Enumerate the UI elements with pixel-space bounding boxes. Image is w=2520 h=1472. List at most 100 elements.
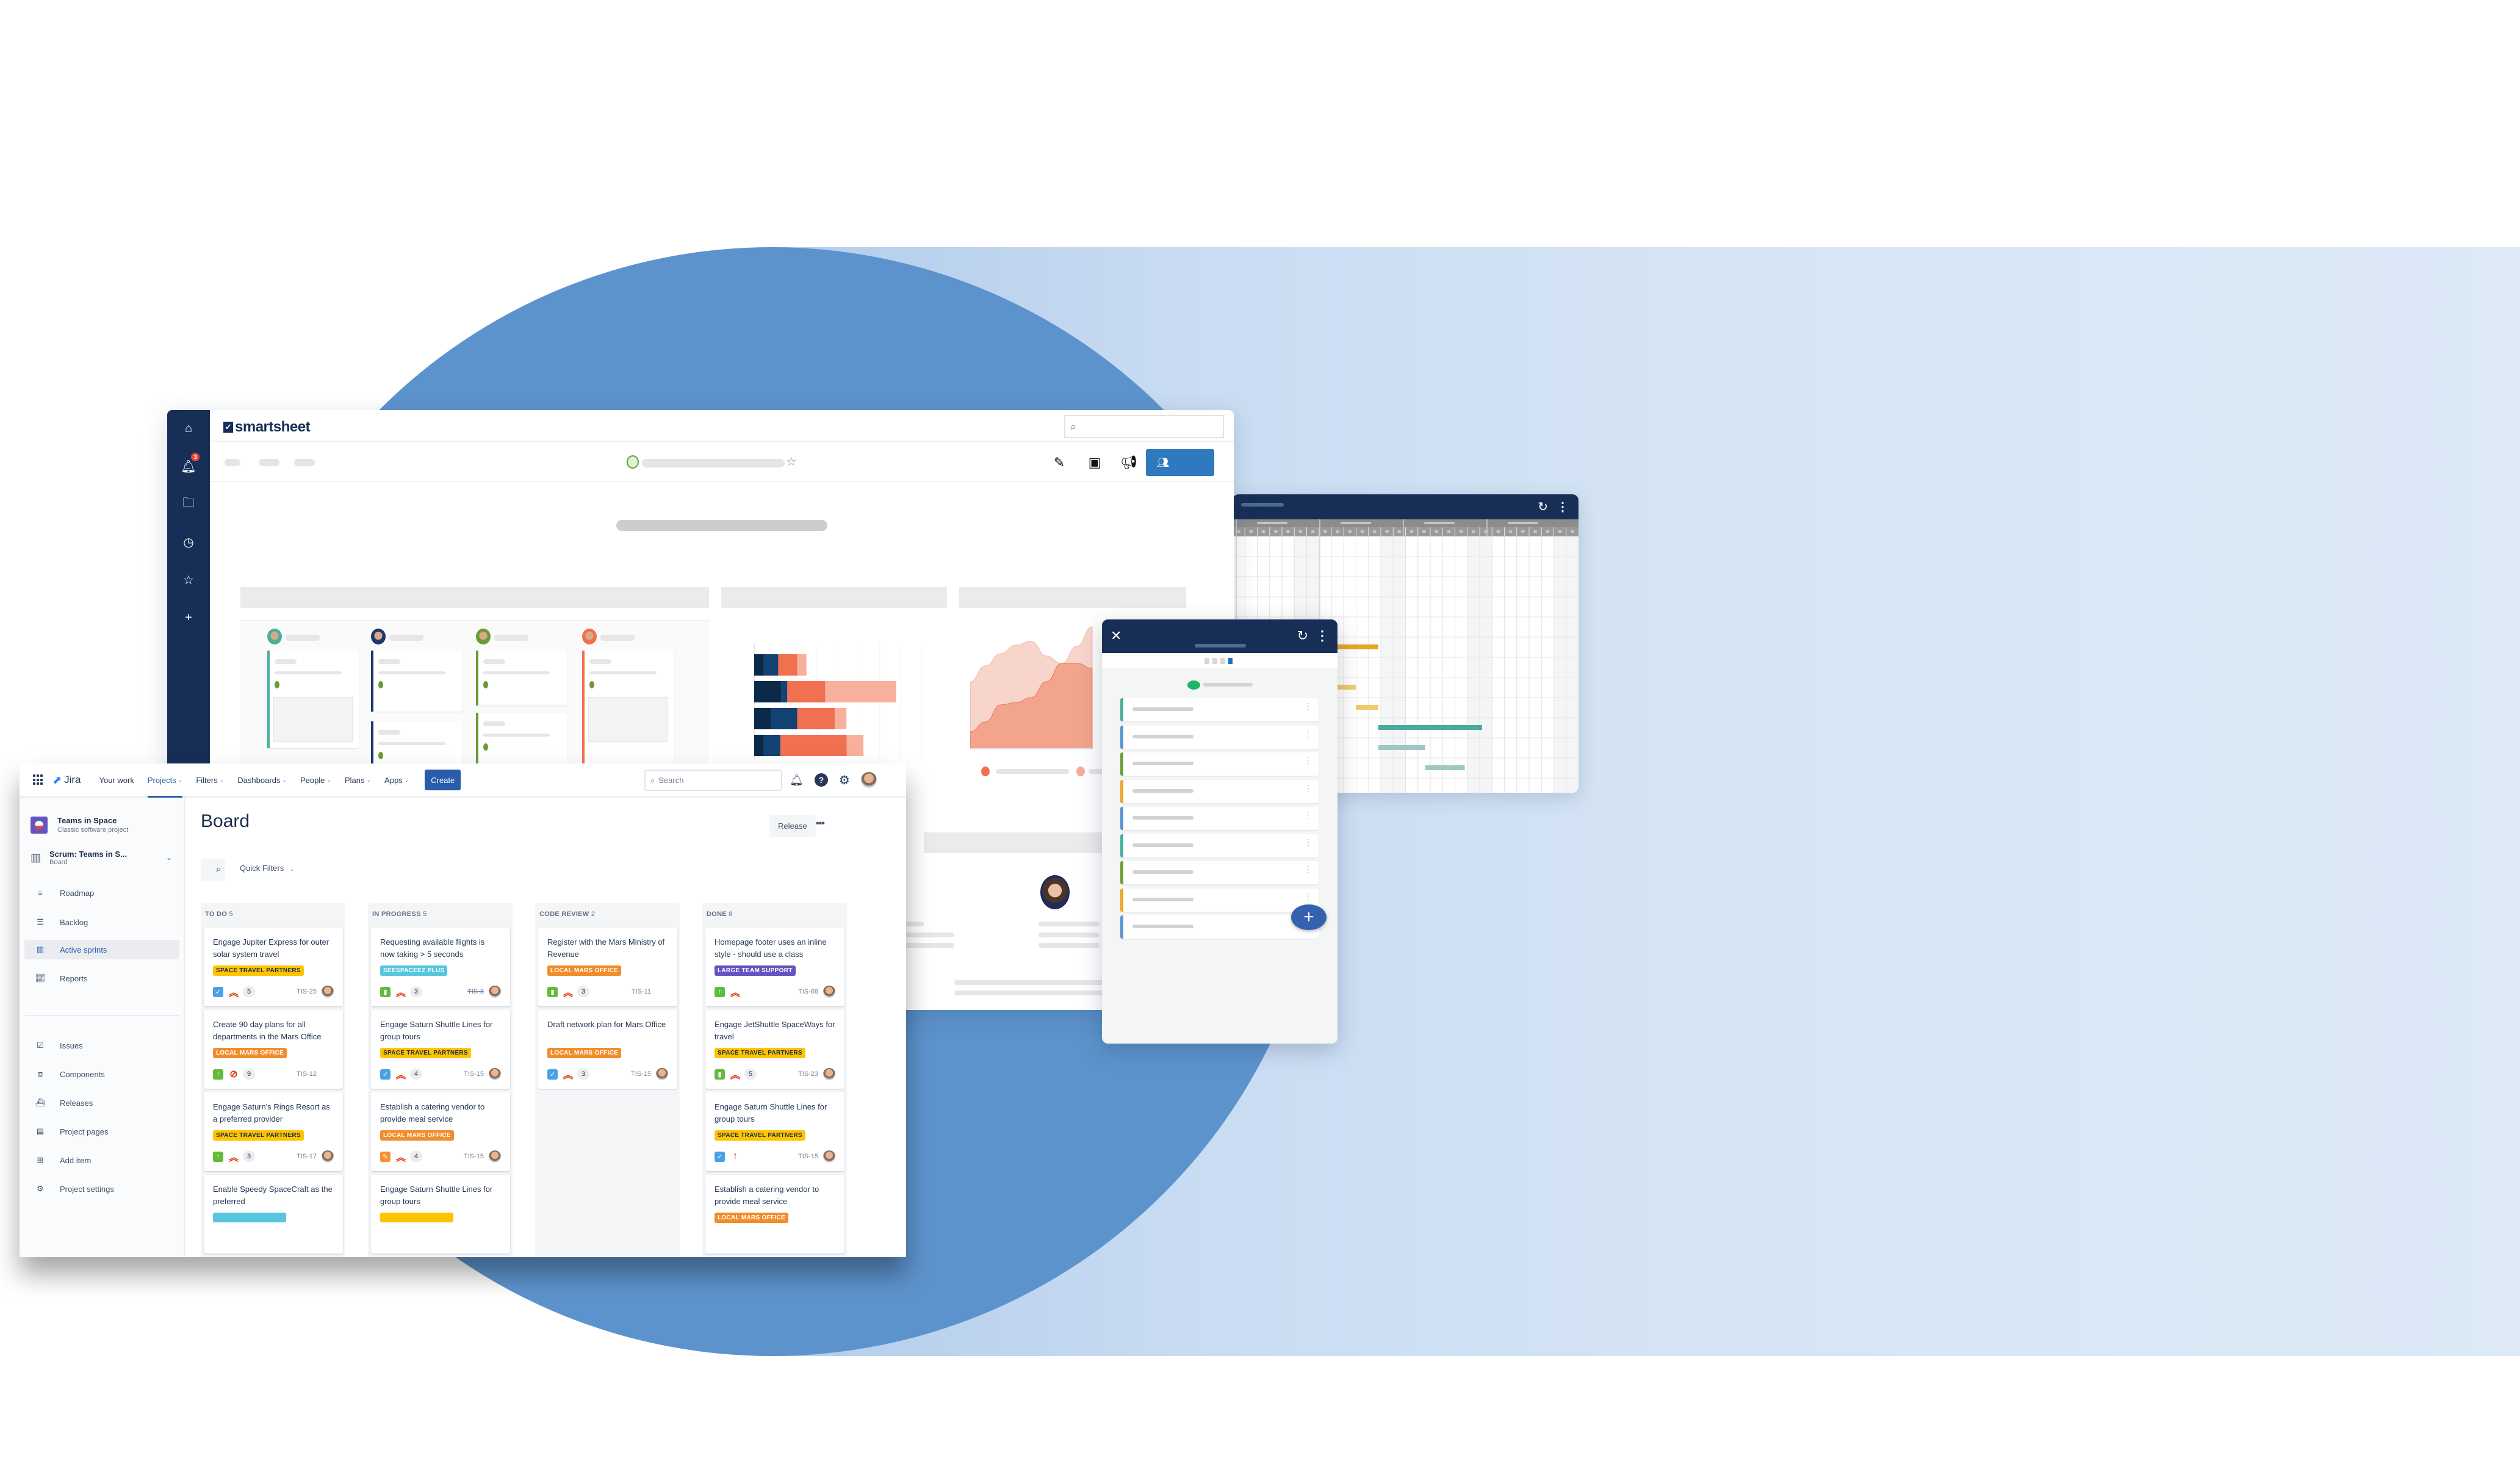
issue-card[interactable]: Enable Speedy SpaceCraft as the preferre… [204, 1175, 343, 1254]
home-icon[interactable]: ⌂ [176, 416, 201, 441]
project-header[interactable]: Teams in Space Classic software project [31, 816, 128, 834]
mobile-list-item[interactable]: ⋮ [1120, 779, 1319, 803]
kebab-menu-icon[interactable]: ⋮ [1304, 729, 1312, 738]
issue-card[interactable]: Draft network plan for Mars Office LOCAL … [538, 1010, 677, 1089]
nav-filters[interactable]: Filters ⌄ [196, 763, 224, 797]
sidebar-item-backlog[interactable]: ☰ Backlog [24, 912, 179, 932]
user-avatar[interactable] [860, 772, 877, 788]
more-actions-button[interactable]: ••• [816, 818, 825, 829]
nav-your-work[interactable]: Your work [99, 763, 134, 797]
mini-card[interactable] [371, 651, 463, 712]
notifications-icon[interactable]: 🔔︎ [790, 774, 804, 787]
sidebar-item-project-settings[interactable]: ⚙ Project settings [24, 1179, 179, 1199]
announce-icon[interactable]: 📢︎ [1120, 454, 1137, 471]
settings-icon[interactable]: ⚙ [839, 773, 850, 788]
nav-plans[interactable]: Plans ⌄ [345, 763, 371, 797]
mobile-list-item[interactable]: ⋮ [1120, 725, 1319, 749]
search-input[interactable]: ⌕ Search [644, 770, 782, 791]
nav-apps[interactable]: Apps ⌄ [384, 763, 409, 797]
quick-filters-dropdown[interactable]: Quick Filters ⌄ [240, 864, 294, 873]
assignee-avatar[interactable] [489, 1068, 501, 1080]
issue-key[interactable]: TIS-12 [297, 1070, 317, 1078]
issue-card[interactable]: Engage Saturn Shuttle Lines for group to… [371, 1175, 510, 1254]
jira-logo[interactable]: ⬈ Jira [52, 774, 81, 787]
view-tab-active[interactable] [1228, 658, 1233, 664]
assignee-avatar[interactable] [823, 986, 835, 998]
share-button[interactable]: 👥︎ [1146, 449, 1214, 476]
view-tab[interactable] [1220, 658, 1225, 664]
folder-icon[interactable]: 🗀 [176, 492, 201, 516]
issue-card[interactable]: Engage JetShuttle SpaceWays for travel SP… [705, 1010, 844, 1089]
issue-card[interactable]: Register with the Mars Ministry of Reven… [538, 928, 677, 1006]
issue-key[interactable]: TIS-11 [632, 988, 651, 995]
mobile-list-item[interactable]: ⋮ [1120, 888, 1319, 912]
kebab-menu-icon[interactable]: ⋮ [1304, 810, 1312, 819]
assignee-avatar[interactable] [823, 1150, 835, 1163]
menu-icon[interactable]: ⋮ [1557, 499, 1569, 514]
kebab-menu-icon[interactable]: ⋮ [1304, 892, 1312, 901]
release-button[interactable]: Release [769, 815, 816, 837]
smartsheet-search-input[interactable]: ⌕ [1064, 415, 1224, 438]
mobile-list-item[interactable]: ⋮ [1120, 861, 1319, 884]
issue-key[interactable]: TIS-8 [467, 988, 484, 995]
assignee-avatar[interactable] [489, 986, 501, 998]
app-switcher-icon[interactable] [33, 774, 44, 785]
issue-key[interactable]: TIS-15 [464, 1070, 484, 1078]
mobile-list-item[interactable]: ⋮ [1120, 698, 1319, 721]
issue-card[interactable]: Create 90 day plans for all departments … [204, 1010, 343, 1089]
kebab-menu-icon[interactable]: ⋮ [1304, 756, 1312, 765]
issue-key[interactable]: TIS-15 [798, 1153, 818, 1160]
issue-card[interactable]: Requesting available flights is now taki… [371, 928, 510, 1006]
view-tab[interactable] [1212, 658, 1217, 664]
kebab-menu-icon[interactable]: ⋮ [1304, 865, 1312, 873]
sidebar-item-active-sprints[interactable]: ▥ Active sprints [24, 940, 179, 959]
add-fab-button[interactable]: + [1291, 904, 1327, 930]
issue-card[interactable]: Engage Saturn Shuttle Lines for group to… [371, 1010, 510, 1089]
board-search-input[interactable]: ⌕ [201, 859, 225, 881]
plus-icon[interactable]: + [176, 605, 201, 630]
close-icon[interactable]: ✕ [1111, 628, 1121, 644]
sidebar-item-components[interactable]: ⧈ Components [24, 1064, 179, 1084]
bell-icon[interactable]: 🔔︎ 3 [176, 453, 201, 478]
issue-card[interactable]: Engage Jupiter Express for outer solar s… [204, 928, 343, 1006]
issue-key[interactable]: TIS-68 [798, 988, 818, 995]
assignee-avatar[interactable] [823, 1068, 835, 1080]
issue-card[interactable]: Establish a catering vendor to provide m… [371, 1092, 510, 1171]
edit-icon[interactable]: ✎ [1051, 454, 1068, 471]
present-icon[interactable]: ▣ [1086, 454, 1103, 471]
mobile-list-item[interactable]: ⋮ [1120, 807, 1319, 830]
nav-dashboards[interactable]: Dashboards ⌄ [237, 763, 287, 797]
sidebar-item-project-pages[interactable]: ▤ Project pages [24, 1122, 179, 1141]
menu-icon[interactable]: ⋮ [1316, 628, 1329, 644]
favorite-star-icon[interactable]: ☆ [786, 454, 797, 469]
sidebar-item-issues[interactable]: ☑ Issues [24, 1036, 179, 1055]
issue-key[interactable]: TIS-17 [297, 1153, 317, 1160]
issue-key[interactable]: TIS-15 [631, 1070, 651, 1078]
kebab-menu-icon[interactable]: ⋮ [1304, 784, 1312, 792]
board-selector[interactable]: ▥ Scrum: Teams in S... Board ⌄ [31, 845, 177, 870]
issue-key[interactable]: TIS-25 [297, 988, 317, 995]
assignee-avatar[interactable] [322, 986, 334, 998]
breadcrumb-placeholder[interactable] [225, 459, 240, 466]
issue-card[interactable]: Engage Saturn Shuttle Lines for group to… [705, 1092, 844, 1171]
sidebar-item-roadmap[interactable]: ≡ Roadmap [24, 883, 179, 903]
refresh-icon[interactable]: ↻ [1538, 499, 1548, 514]
view-tab[interactable] [1204, 658, 1209, 664]
assignee-avatar[interactable] [322, 1150, 334, 1163]
sidebar-item-reports[interactable]: 📈︎ Reports [24, 969, 179, 988]
mobile-list-item[interactable]: ⋮ [1120, 915, 1319, 939]
star-icon[interactable]: ☆ [176, 568, 201, 592]
clock-icon[interactable]: ◷ [176, 530, 201, 554]
refresh-icon[interactable]: ↻ [1297, 628, 1308, 644]
nav-people[interactable]: People ⌄ [300, 763, 331, 797]
issue-card[interactable]: Establish a catering vendor to provide m… [705, 1175, 844, 1254]
issue-card[interactable]: Engage Saturn's Rings Resort as a prefer… [204, 1092, 343, 1171]
kebab-menu-icon[interactable]: ⋮ [1304, 838, 1312, 846]
help-icon[interactable]: ? [814, 773, 828, 787]
sidebar-item-add-item[interactable]: ⊞ Add item [24, 1150, 179, 1170]
breadcrumb-placeholder[interactable] [259, 459, 279, 466]
breadcrumb-placeholder[interactable] [294, 459, 315, 466]
issue-key[interactable]: TIS-15 [464, 1153, 484, 1160]
mini-card[interactable] [267, 651, 359, 748]
nav-projects[interactable]: Projects ⌄ [147, 763, 182, 798]
